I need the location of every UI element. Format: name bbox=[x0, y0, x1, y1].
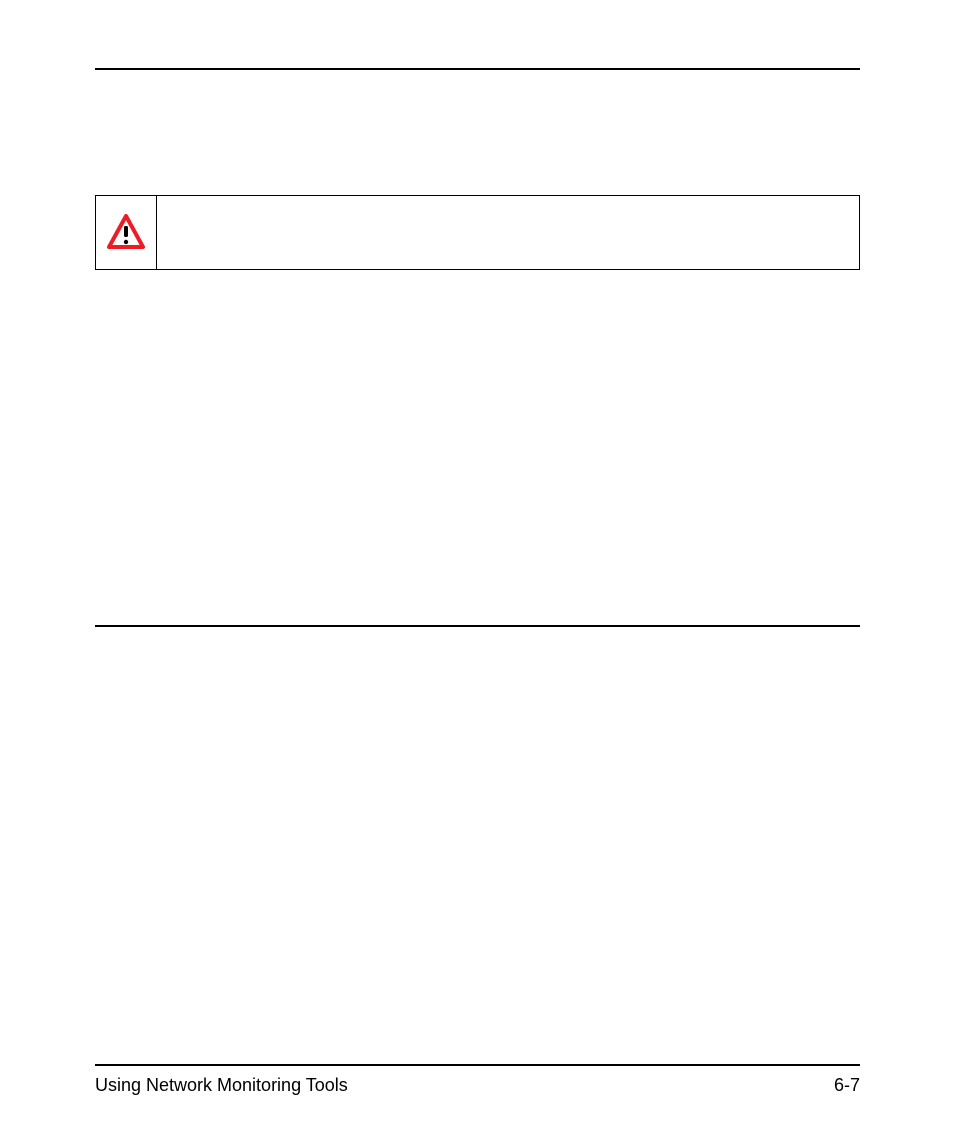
footer-left-text: Using Network Monitoring Tools bbox=[95, 1075, 348, 1096]
footer-page-number: 6-7 bbox=[834, 1075, 860, 1096]
document-page: Using Network Monitoring Tools 6-7 bbox=[0, 0, 954, 1145]
footer-divider bbox=[95, 1064, 860, 1066]
middle-divider bbox=[95, 625, 860, 627]
top-divider bbox=[95, 68, 860, 70]
warning-icon bbox=[106, 214, 146, 251]
warning-callout bbox=[95, 195, 860, 270]
warning-icon-cell bbox=[96, 196, 157, 269]
warning-text-cell bbox=[157, 196, 859, 269]
